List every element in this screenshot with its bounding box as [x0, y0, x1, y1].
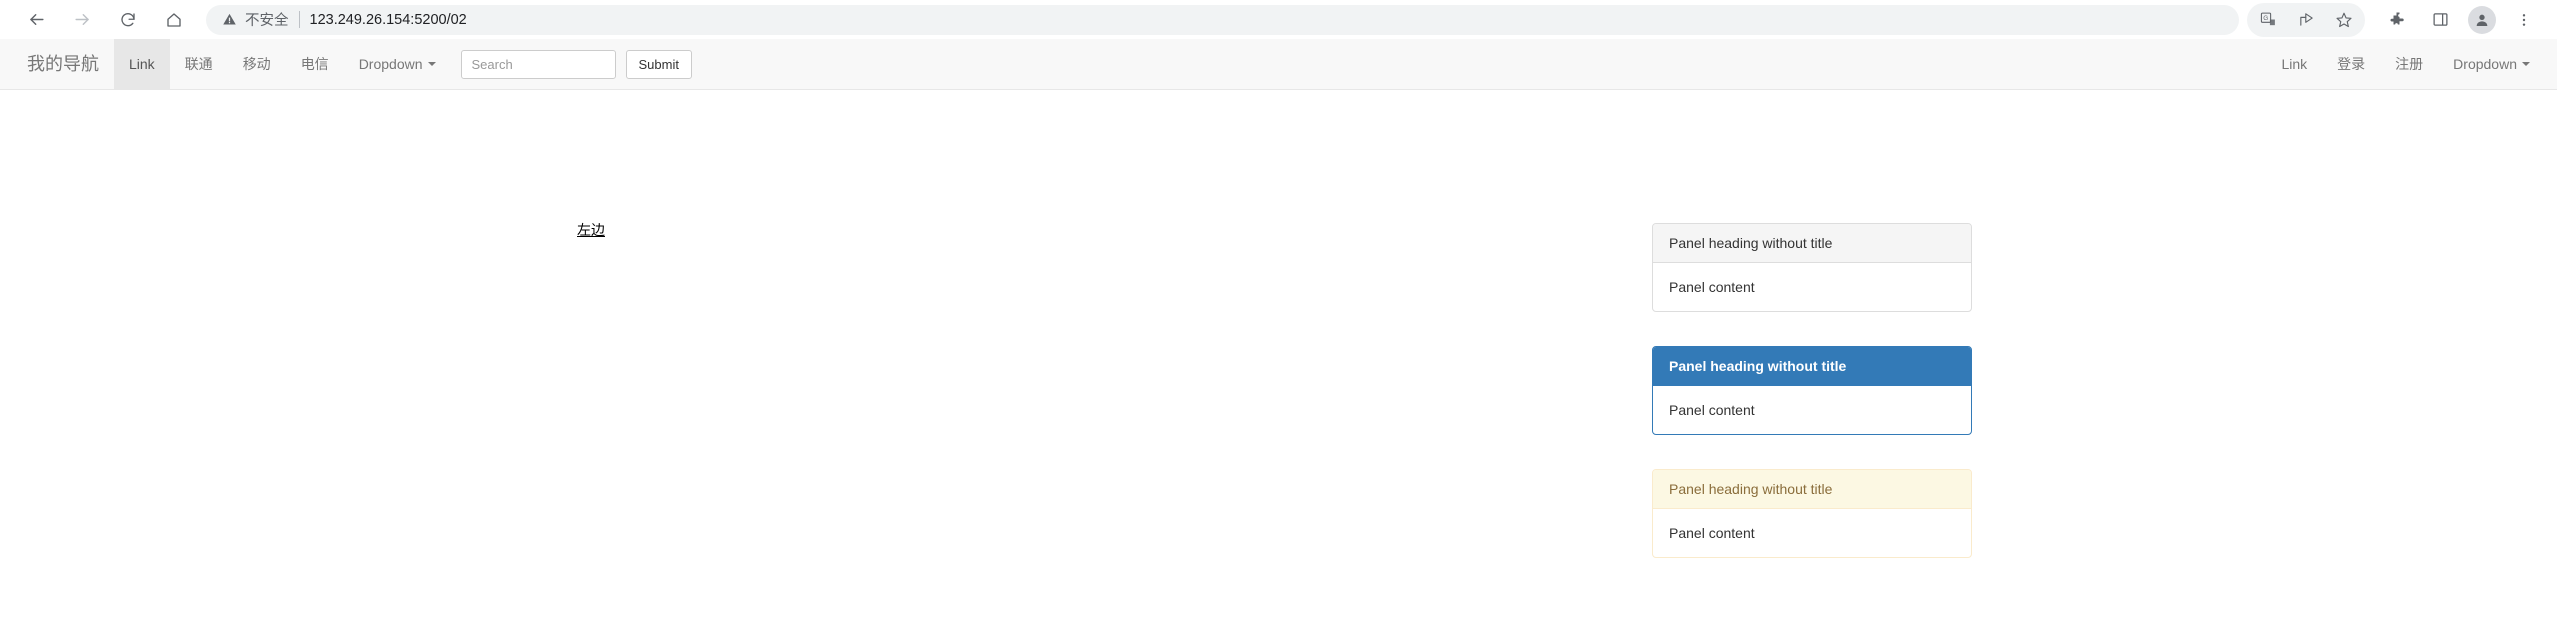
- browser-toolbar-icons: G: [2247, 2, 2543, 37]
- panel-default-heading: Panel heading without title: [1653, 224, 1971, 263]
- back-button[interactable]: [14, 3, 58, 37]
- chevron-down-icon: [427, 62, 436, 66]
- panel-warning-heading: Panel heading without title: [1653, 470, 1971, 509]
- nav-link-link[interactable]: Link: [114, 39, 170, 89]
- nav-item: Link: [2266, 39, 2322, 89]
- forward-arrow-icon: [73, 10, 92, 29]
- nav-item: Dropdown: [2438, 39, 2545, 89]
- panel-primary-body: Panel content: [1669, 402, 1755, 418]
- nav-link-dianxin[interactable]: 电信: [286, 39, 344, 89]
- submit-button[interactable]: Submit: [625, 49, 692, 79]
- browser-toolbar: 不安全 123.249.26.154:5200/02 G: [0, 0, 2557, 39]
- panel-warning-body: Panel content: [1669, 525, 1755, 541]
- search-input[interactable]: [460, 49, 616, 79]
- panel-primary: Panel heading without title Panel conten…: [1652, 346, 1972, 435]
- panel-default: Panel heading without title Panel conten…: [1652, 223, 1972, 312]
- nav-dropdown-label: Dropdown: [358, 56, 423, 72]
- chevron-down-icon: [2522, 62, 2530, 66]
- panel-primary-heading: Panel heading without title: [1653, 347, 1971, 386]
- address-bar[interactable]: 不安全 123.249.26.154:5200/02: [206, 4, 2239, 35]
- browser-nav-buttons: [14, 3, 196, 37]
- nav-right-dropdown-label: Dropdown: [2453, 56, 2517, 72]
- not-secure-warning-icon: [222, 12, 237, 27]
- nav-link-yidong[interactable]: 移动: [228, 39, 286, 89]
- share-icon[interactable]: [2287, 3, 2325, 37]
- nav-right-register[interactable]: 注册: [2380, 39, 2438, 89]
- navbar-brand[interactable]: 我的导航: [12, 39, 114, 89]
- home-button[interactable]: [152, 3, 196, 37]
- reload-icon: [119, 11, 137, 29]
- nav-item: 注册: [2380, 39, 2438, 89]
- bookmark-star-icon[interactable]: [2325, 3, 2363, 37]
- side-panel-icon[interactable]: [2421, 3, 2459, 37]
- nav-right-link[interactable]: Link: [2266, 39, 2322, 89]
- omnibox-divider: [298, 11, 300, 28]
- nav-item: 登录: [2322, 39, 2380, 89]
- svg-text:G: G: [2263, 15, 2268, 22]
- site-navbar: 我的导航 Link 联通 移动 电信 Dropdown Submit Link …: [0, 39, 2557, 90]
- panel-warning: Panel heading without title Panel conten…: [1652, 469, 1972, 558]
- nav-link-liantong[interactable]: 联通: [170, 39, 228, 89]
- nav-item: 电信: [286, 39, 344, 89]
- avatar: [2468, 5, 2496, 34]
- more-menu-icon[interactable]: [2505, 3, 2543, 37]
- panel-default-body: Panel content: [1669, 279, 1755, 295]
- home-icon: [165, 11, 183, 29]
- navbar-right-nav: Link 登录 注册 Dropdown: [2266, 39, 2545, 89]
- page-content: 左边 Panel heading without title Panel con…: [0, 90, 2557, 625]
- nav-dropdown-toggle[interactable]: Dropdown: [344, 39, 451, 89]
- nav-right-login[interactable]: 登录: [2322, 39, 2380, 89]
- security-label: 不安全: [245, 13, 289, 29]
- back-arrow-icon: [27, 10, 46, 29]
- profile-avatar-icon[interactable]: [2463, 3, 2501, 37]
- url-text: 123.249.26.154:5200/02: [309, 11, 467, 28]
- panel-column: Panel heading without title Panel conten…: [1652, 223, 1972, 592]
- navbar-search-form: Submit: [451, 39, 692, 89]
- nav-item: 移动: [228, 39, 286, 89]
- forward-button[interactable]: [60, 3, 104, 37]
- extensions-puzzle-icon[interactable]: [2379, 3, 2417, 37]
- left-side-link[interactable]: 左边: [577, 220, 605, 240]
- reload-button[interactable]: [106, 3, 150, 37]
- translate-icon[interactable]: G: [2249, 3, 2287, 37]
- omnibox-action-group: G: [2247, 2, 2365, 37]
- navbar-left-nav: Link 联通 移动 电信 Dropdown: [114, 39, 451, 89]
- nav-item: 联通: [170, 39, 228, 89]
- nav-item: Link: [114, 39, 170, 89]
- nav-item: Dropdown: [344, 39, 451, 89]
- nav-right-dropdown-toggle[interactable]: Dropdown: [2438, 39, 2545, 89]
